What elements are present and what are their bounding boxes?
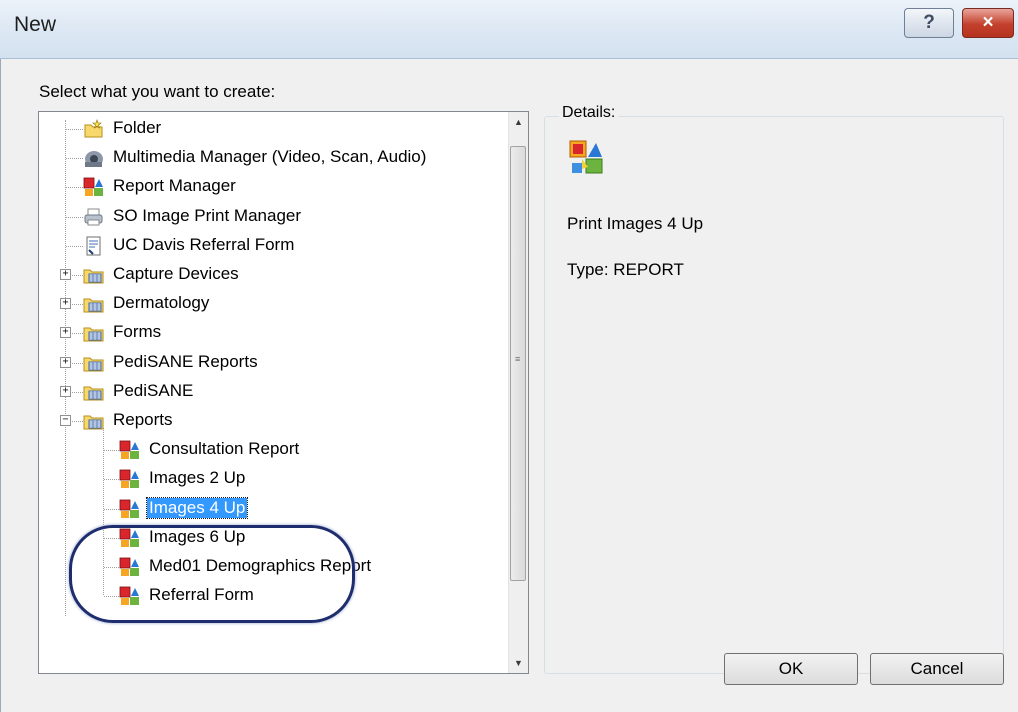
close-button[interactable]: × — [962, 8, 1014, 38]
report-icon — [119, 586, 140, 606]
expand-toggle[interactable]: + — [60, 269, 71, 280]
tree-item[interactable]: + Forms — [39, 318, 509, 347]
tree-item-label: PediSANE Reports — [113, 351, 258, 371]
tree-item[interactable]: Med01 Demographics Report — [39, 552, 509, 581]
scroll-up-button[interactable]: ▲ — [509, 112, 528, 132]
folder-grid-icon — [83, 382, 104, 402]
tree-item-label: Med01 Demographics Report — [149, 556, 372, 575]
folder-star-icon — [83, 119, 104, 139]
tree-item-label: Images 2 Up — [149, 468, 246, 488]
tree-connector — [104, 537, 119, 539]
tree-item-label: Forms — [113, 322, 162, 342]
details-item-type: Type: REPORT — [567, 260, 684, 279]
tree-item[interactable]: SO Image Print Manager — [39, 202, 509, 231]
tree-item-label: Images 4 Up — [145, 496, 249, 519]
tree-connector — [104, 567, 119, 568]
folder-grid-icon — [83, 411, 104, 431]
tree-item[interactable]: + Dermatology — [39, 289, 509, 318]
printer-icon — [83, 207, 104, 227]
window-title: New — [14, 13, 57, 36]
folder-grid-icon — [83, 353, 104, 373]
form-icon — [83, 236, 104, 256]
expand-toggle[interactable]: − — [60, 415, 71, 426]
report-icon — [119, 528, 140, 548]
details-panel — [544, 116, 1004, 674]
tree-connector — [104, 479, 119, 481]
report-icon — [119, 557, 140, 577]
tree-item-label: Multimedia Manager (Video, Scan, Audio) — [113, 147, 427, 167]
ok-button[interactable]: OK — [724, 653, 858, 685]
tree-item[interactable]: − Reports — [39, 406, 509, 435]
folder-grid-icon — [83, 294, 104, 314]
tree-item[interactable]: Folder — [39, 114, 509, 143]
tree-item[interactable]: Referral Form — [39, 581, 509, 610]
expand-toggle[interactable]: + — [60, 327, 71, 339]
create-prompt: Select what you want to create: — [39, 82, 276, 101]
tree-item-label: PediSANE — [113, 380, 194, 400]
tree-item-label: Capture Devices — [113, 264, 239, 283]
expand-toggle[interactable]: + — [60, 356, 71, 368]
expand-toggle[interactable]: + — [60, 298, 71, 310]
tree-item-label: Reports — [113, 410, 173, 429]
help-button[interactable]: ? — [904, 8, 954, 38]
tree-connector — [104, 450, 119, 452]
tree-item[interactable]: Consultation Report — [39, 435, 509, 464]
expand-toggle[interactable]: + — [60, 385, 71, 397]
tree-item-label: Report Manager — [113, 176, 236, 196]
title-bar[interactable]: New ? × — [0, 0, 1018, 59]
tree-connector — [66, 245, 83, 247]
report-icon — [119, 440, 140, 460]
tree-item[interactable]: Images 2 Up — [39, 464, 509, 493]
camera-icon — [83, 148, 104, 168]
tree-item-label: SO Image Print Manager — [113, 205, 302, 225]
tree-item[interactable]: + PediSANE Reports — [39, 348, 509, 377]
tree-item-label: Images 6 Up — [149, 526, 246, 546]
tree-item-label: Consultation Report — [149, 439, 300, 459]
tree-scrollbar[interactable]: ▲ ≡ ▼ — [508, 112, 528, 673]
tree-connector — [66, 187, 83, 189]
details-item-name: Print Images 4 Up — [567, 214, 704, 233]
tree-connector — [66, 129, 83, 130]
cancel-button[interactable]: Cancel — [870, 653, 1004, 685]
grip-icon: ≡ — [515, 354, 521, 364]
tree-item[interactable]: + PediSANE — [39, 377, 509, 406]
tree-connector — [104, 596, 119, 598]
tree-item-label: Referral Form — [149, 585, 254, 605]
folder-grid-icon — [83, 323, 104, 343]
tree-connector — [104, 508, 119, 510]
scroll-thumb[interactable]: ≡ — [510, 146, 526, 581]
details-title: Details: — [559, 104, 619, 122]
folder-grid-icon — [83, 265, 104, 285]
tree-content: Folder Multimedia Manager (Video, Scan, A… — [39, 112, 509, 673]
tree-item[interactable]: Images 4 Up — [39, 494, 509, 523]
tree-item[interactable]: Report Manager — [39, 172, 509, 201]
tree-connector — [66, 158, 83, 160]
report-icon — [119, 469, 140, 489]
scroll-down-button[interactable]: ▼ — [509, 653, 528, 673]
report-icon — [569, 140, 603, 174]
tree-item-label: UC Davis Referral Form — [113, 234, 295, 254]
tree-item[interactable]: Images 6 Up — [39, 523, 509, 552]
dialog-body: Select what you want to create: Folder Mu… — [0, 59, 1018, 712]
tree-item[interactable]: UC Davis Referral Form — [39, 231, 509, 260]
report-icon — [119, 499, 140, 519]
tree-connector — [66, 216, 83, 218]
tree-item[interactable]: + Capture Devices — [39, 260, 509, 289]
report-icon — [83, 177, 104, 197]
tree-item[interactable]: Multimedia Manager (Video, Scan, Audio) — [39, 143, 509, 172]
tree-item-label: Folder — [113, 118, 162, 137]
tree-item-label: Dermatology — [113, 293, 210, 313]
create-tree[interactable]: Folder Multimedia Manager (Video, Scan, A… — [38, 111, 529, 674]
